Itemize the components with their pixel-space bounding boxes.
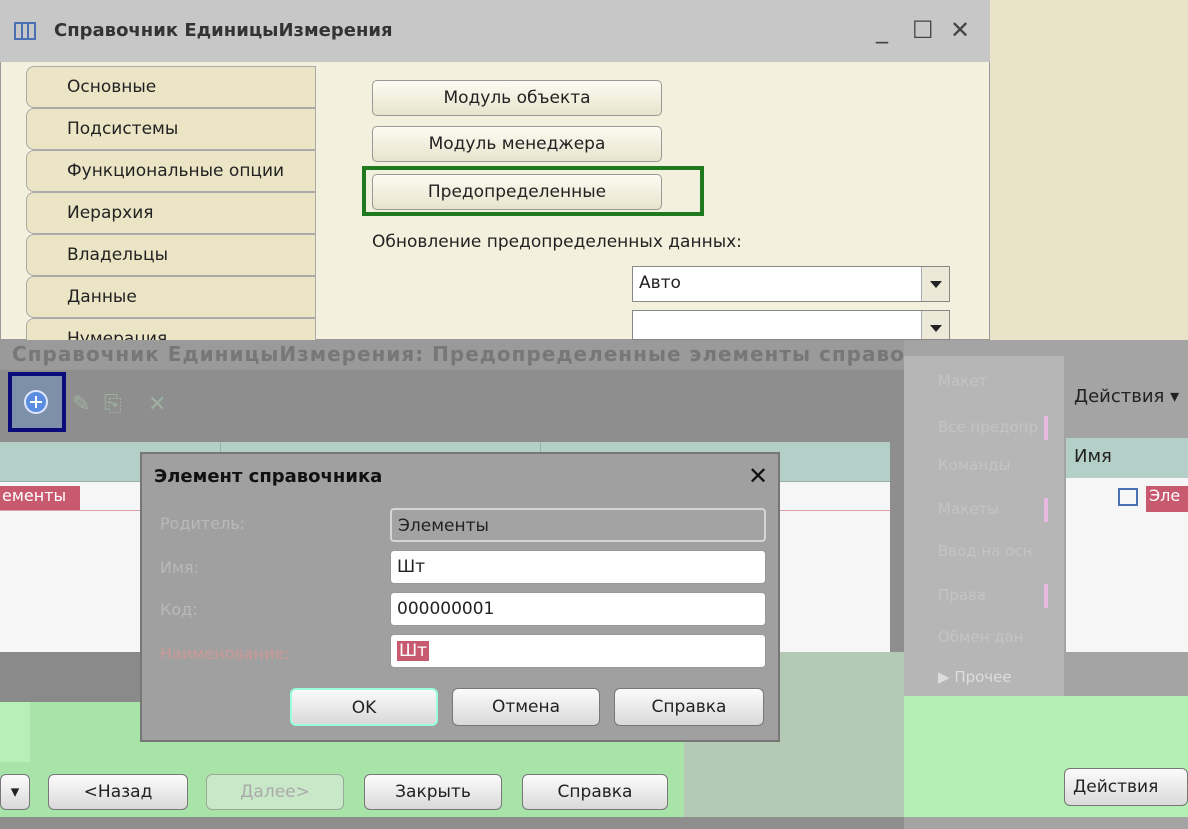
dropdown-button[interactable]: ▾ — [0, 774, 30, 810]
parent-field[interactable]: Элементы — [390, 508, 766, 542]
catalog-icon — [14, 22, 36, 40]
name-input[interactable]: Шт — [390, 550, 766, 584]
sidebar-item-exchange[interactable]: Обмен дан — [938, 628, 1024, 646]
list-item[interactable]: Эле — [1146, 486, 1188, 512]
dialog-title: Элемент справочника — [154, 466, 383, 487]
item-label: Прочее — [954, 668, 1012, 686]
column-name: Имя — [1074, 446, 1112, 467]
close-button[interactable]: ✕ — [950, 16, 970, 44]
chevron-down-icon[interactable] — [921, 311, 949, 339]
sidebar-item-input-based[interactable]: Ввод на осн — [938, 542, 1032, 560]
window-title: Справочник ЕдиницыИзмерения: Предопредел… — [12, 342, 979, 366]
item-marker — [1044, 416, 1048, 440]
list-item[interactable]: ементы — [0, 486, 80, 510]
selected-text: Шт — [397, 641, 430, 661]
tab-data[interactable]: Данные — [26, 276, 316, 318]
select-value: Авто — [639, 273, 681, 293]
ok-button[interactable]: OK — [290, 688, 438, 726]
sidebar-item-commands[interactable]: Команды — [938, 456, 1010, 474]
footer-accent — [0, 702, 30, 762]
help-button[interactable]: Справка — [522, 774, 668, 810]
chevron-down-icon[interactable] — [921, 267, 949, 301]
cancel-button[interactable]: Отмена — [452, 688, 600, 726]
back-button[interactable]: <Назад — [48, 774, 188, 810]
parent-label: Родитель: — [160, 514, 246, 533]
tab-label: Подсистемы — [67, 119, 179, 139]
tab-label: Владельцы — [67, 245, 169, 265]
item-marker — [1044, 584, 1048, 608]
dialog-help-button[interactable]: Справка — [614, 688, 764, 726]
update-mode-select[interactable]: Авто — [632, 266, 950, 302]
tab-main[interactable]: Основные — [26, 66, 316, 108]
tab-subsystems[interactable]: Подсистемы — [26, 108, 316, 150]
tab-label: Функциональные опции — [67, 161, 285, 181]
delete-icon[interactable]: ✕ — [148, 392, 166, 417]
add-icon — [24, 390, 48, 414]
close-icon[interactable]: ✕ — [748, 462, 768, 490]
maximize-button[interactable]: ☐ — [912, 16, 934, 44]
tab-hierarchy[interactable]: Иерархия — [26, 192, 316, 234]
code-input[interactable]: 000000001 — [390, 592, 766, 626]
close-wizard-button[interactable]: Закрыть — [364, 774, 502, 810]
window-titlebar: Справочник ЕдиницыИзмерения _ ☐ ✕ — [0, 0, 990, 62]
tab-label: Данные — [67, 287, 137, 307]
sidebar-item-templates[interactable]: Макеты — [938, 500, 999, 518]
sidebar-item-template[interactable]: Макет — [938, 372, 987, 390]
manager-module-button[interactable]: Модуль менеджера — [372, 126, 662, 162]
window-title: Справочник ЕдиницыИзмерения — [54, 20, 393, 41]
minimize-button[interactable]: _ — [876, 16, 888, 44]
add-button[interactable] — [8, 372, 66, 432]
tab-label: Иерархия — [67, 203, 154, 223]
description-input[interactable]: Шт — [390, 634, 766, 668]
actions-button[interactable]: Действия — [1064, 768, 1188, 806]
tab-owners[interactable]: Владельцы — [26, 234, 316, 276]
code-label: Код: — [160, 600, 198, 619]
sidebar-item-rights[interactable]: Права — [938, 586, 986, 604]
item-marker — [1044, 498, 1048, 522]
update-predefined-label: Обновление предопределенных данных: — [372, 232, 742, 252]
tab-label: Основные — [67, 77, 157, 97]
tab-functional-options[interactable]: Функциональные опции — [26, 150, 316, 192]
copy-icon[interactable]: ⎘ — [104, 392, 122, 417]
actions-menu[interactable]: Действия ▾ — [1074, 386, 1179, 407]
sidebar-item-predefined[interactable]: Все предопр — [938, 418, 1038, 436]
object-module-button[interactable]: Модуль объекта — [372, 80, 662, 116]
description-label: Наименование: — [160, 644, 290, 663]
name-label: Имя: — [160, 558, 200, 577]
catalog-icon — [1118, 488, 1138, 506]
second-select[interactable] — [632, 310, 950, 340]
background-area — [990, 0, 1188, 340]
edit-icon[interactable]: ✎ — [72, 392, 90, 417]
sidebar-item-other[interactable]: ▶ Прочее — [938, 668, 1012, 686]
next-button[interactable]: Далее> — [206, 774, 344, 810]
predefined-button[interactable]: Предопределенные — [372, 174, 662, 210]
